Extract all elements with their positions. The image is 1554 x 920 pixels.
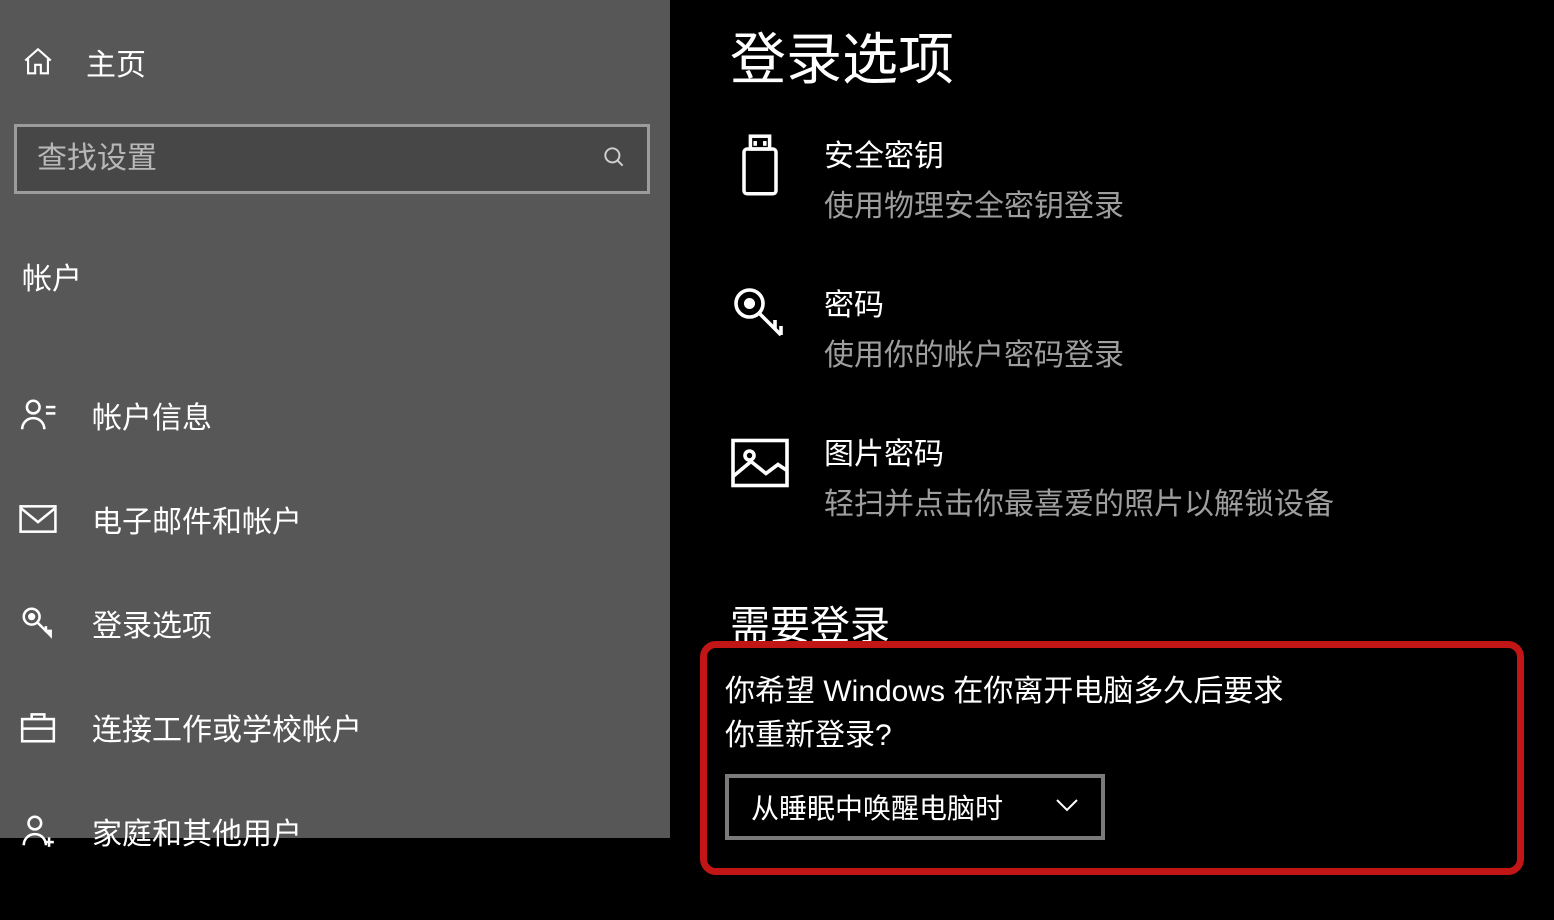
require-signin-question: 你希望 Windows 在你离开电脑多久后要求你重新登录? bbox=[725, 666, 1297, 754]
page-title: 登录选项 bbox=[730, 15, 1554, 96]
main-content: 登录选项 安全密钥 使用物理安全密钥登录 密码 使用你的帐户密码登录 bbox=[670, 0, 1554, 838]
sidebar-item-email[interactable]: 电子邮件和帐户 bbox=[0, 467, 670, 571]
highlight-annotation: 你希望 Windows 在你离开电脑多久后要求你重新登录? 从睡眠中唤醒电脑时 bbox=[700, 641, 1524, 875]
person-icon bbox=[18, 395, 58, 435]
sidebar-item-signin-options[interactable]: 登录选项 bbox=[0, 571, 670, 675]
require-signin-dropdown[interactable]: 从睡眠中唤醒电脑时 bbox=[725, 774, 1105, 840]
key-icon bbox=[18, 603, 58, 643]
usb-icon bbox=[730, 135, 790, 195]
signin-option-security-key[interactable]: 安全密钥 使用物理安全密钥登录 bbox=[730, 131, 1554, 225]
sidebar-item-label: 连接工作或学校帐户 bbox=[92, 705, 362, 749]
picture-icon bbox=[730, 433, 790, 493]
sidebar-category-label: 帐户 bbox=[0, 194, 670, 298]
search-icon bbox=[601, 144, 627, 175]
person-add-icon bbox=[18, 811, 58, 851]
home-icon bbox=[20, 44, 56, 80]
sidebar-nav: 帐户信息 电子邮件和帐户 登录选项 bbox=[0, 363, 670, 883]
option-title: 密码 bbox=[824, 280, 1124, 324]
sidebar-item-family[interactable]: 家庭和其他用户 bbox=[0, 779, 670, 883]
sidebar-item-label: 家庭和其他用户 bbox=[92, 809, 302, 853]
sidebar-home-label: 主页 bbox=[86, 40, 146, 84]
key-large-icon bbox=[730, 284, 790, 344]
signin-option-picture-password[interactable]: 图片密码 轻扫并点击你最喜爱的照片以解锁设备 bbox=[730, 429, 1554, 523]
sidebar-item-label: 登录选项 bbox=[92, 601, 212, 645]
settings-sidebar: 主页 帐户 帐户信息 bbox=[0, 0, 670, 838]
sidebar-item-label: 帐户信息 bbox=[92, 393, 212, 437]
dropdown-selected-label: 从睡眠中唤醒电脑时 bbox=[751, 787, 1003, 827]
option-desc: 使用你的帐户密码登录 bbox=[824, 330, 1124, 374]
option-desc: 使用物理安全密钥登录 bbox=[824, 181, 1124, 225]
sidebar-item-account-info[interactable]: 帐户信息 bbox=[0, 363, 670, 467]
search-box[interactable] bbox=[14, 124, 650, 194]
mail-icon bbox=[18, 499, 58, 539]
search-input[interactable] bbox=[37, 142, 601, 176]
chevron-down-icon bbox=[1055, 798, 1079, 817]
option-title: 安全密钥 bbox=[824, 131, 1124, 175]
option-desc: 轻扫并点击你最喜爱的照片以解锁设备 bbox=[824, 479, 1334, 523]
option-title: 图片密码 bbox=[824, 429, 1334, 473]
sidebar-item-work-school[interactable]: 连接工作或学校帐户 bbox=[0, 675, 670, 779]
sidebar-item-label: 电子邮件和帐户 bbox=[92, 497, 302, 541]
sidebar-home[interactable]: 主页 bbox=[0, 0, 670, 84]
signin-option-password[interactable]: 密码 使用你的帐户密码登录 bbox=[730, 280, 1554, 374]
briefcase-icon bbox=[18, 707, 58, 747]
